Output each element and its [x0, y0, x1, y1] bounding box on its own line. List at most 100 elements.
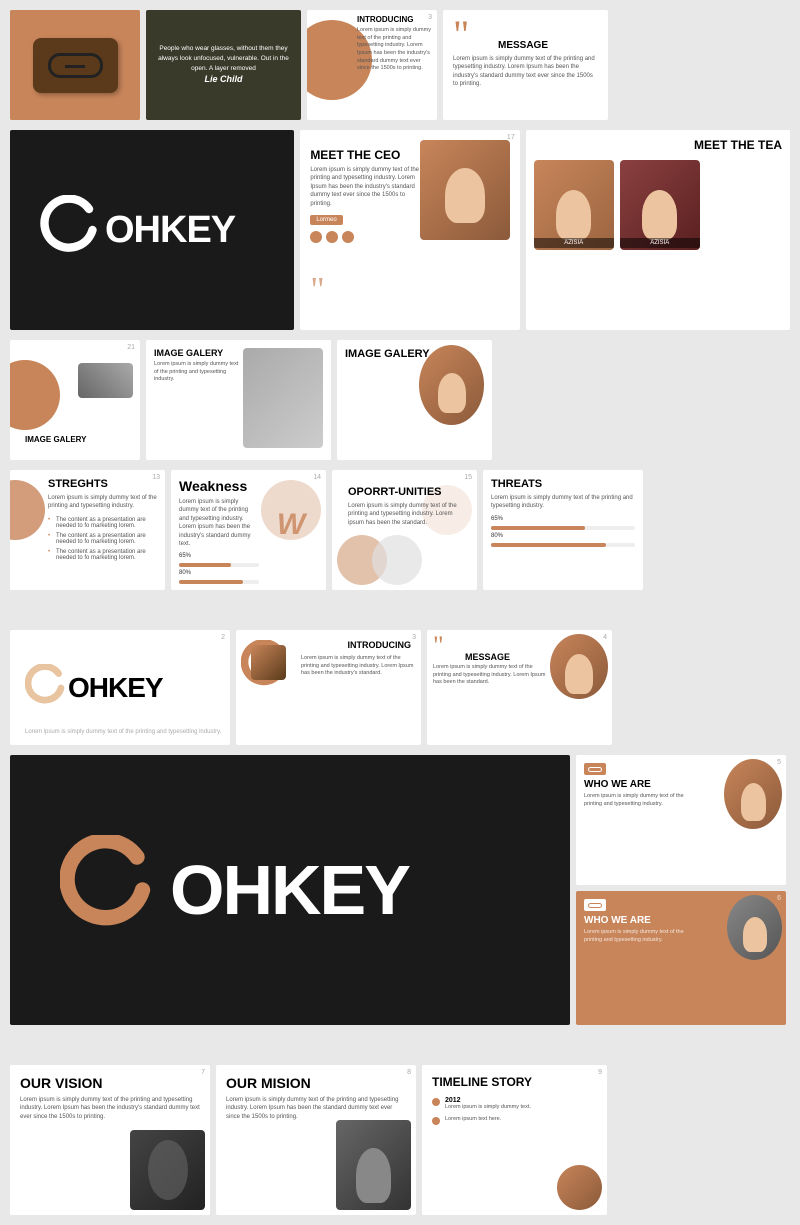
image-gallery-title: IMAGE GALERY	[25, 435, 86, 445]
who2-content: WHO WE ARE Lorem ipsum is simply dummy t…	[584, 899, 694, 944]
team-member-name-2: AZISIA	[620, 238, 700, 248]
ceo-photo-bg	[420, 140, 510, 240]
row-2: OHKEY 17 MEET THE CEO Lorem ipsum is sim…	[10, 130, 790, 330]
who2-portrait	[727, 895, 782, 960]
quote-mark-2: "	[433, 633, 444, 659]
ceo-silhouette	[445, 168, 485, 223]
ceo-description: Lorem ipsum is simply dummy text of the …	[310, 166, 420, 208]
progress-label-80: 80%	[179, 570, 259, 576]
page-wrapper: 24 People who wear glasses, without them…	[0, 0, 800, 1225]
msg2-portrait-bg	[550, 634, 608, 699]
who-we-are-column: 5 WHO WE ARE Lorem ipsum is simply dummy…	[576, 755, 786, 1025]
slide-number: 13	[152, 474, 160, 481]
progress-fill-65	[179, 563, 231, 567]
progress-fill-80	[179, 580, 243, 584]
slide-our-mission: 8 OUR MISION Lorem ipsum is simply dummy…	[216, 1065, 416, 1215]
team-photo-bg-2	[620, 160, 700, 250]
row3-spacer	[498, 340, 790, 460]
slide-meet-team: MEET THE TEA AZISIA AZISIA	[526, 130, 790, 330]
who2-portrait-bg	[727, 895, 782, 960]
w-big-letter: W	[277, 508, 305, 542]
opportunities-title: OPORRT-UNITIES	[348, 486, 461, 498]
slide-message: " MESSAGE Lorem ipsum is simply dummy te…	[443, 10, 608, 120]
who1-text: Lorem ipsum is simply dummy text of the …	[584, 793, 694, 808]
slide-3-introducing2: 3 INTRODUCING Lorem ipsum is simply dumm…	[236, 630, 421, 745]
timeline-item-1: 2012 Lorem ipsum is simply dummy text.	[432, 1097, 597, 1112]
glasses-icon-white	[584, 899, 606, 911]
row-6: OHKEY 5 WHO WE ARE Lorem ipsum is simply…	[10, 755, 790, 1025]
intro-title: INTRODUCING	[357, 15, 432, 24]
slide-image-gallery-2: IMAGE GALERY Lorem ipsum is simply dummy…	[146, 340, 331, 460]
strength-item-2: The content as a presentation are needed…	[48, 531, 157, 547]
timeline-text-2: Lorem ipsum text here.	[445, 1116, 501, 1124]
threats-label-80: 80%	[491, 533, 635, 539]
who1-title: WHO WE ARE	[584, 779, 694, 790]
intro-text: Lorem ipsum is simply dummy text of the …	[357, 27, 432, 73]
message-title: MESSAGE	[498, 40, 548, 51]
who2-title: WHO WE ARE	[584, 915, 694, 926]
weakness-title: Weakness	[179, 478, 259, 494]
strength-item-3: The content as a presentation are needed…	[48, 547, 157, 563]
row7-spacer	[613, 1065, 790, 1215]
mission-silhouette	[356, 1148, 391, 1203]
mission-text: Lorem ipsum is simply dummy text of the …	[226, 1096, 406, 1121]
opp-circle-2	[372, 535, 422, 585]
slide-who-we-are-2: 6 WHO WE ARE Lorem ipsum is simply dummy…	[576, 891, 786, 1025]
who2-silhouette	[743, 917, 767, 952]
timeline-title: TIMELINE STORY	[432, 1075, 597, 1089]
progress-bar-65	[179, 563, 259, 567]
slide-21-image-gallery: 21 IMAGE GALERY	[10, 340, 140, 460]
learn-button[interactable]: Lormeo	[310, 215, 342, 225]
glasses-icon-small	[584, 763, 606, 775]
gallery-glasses-img	[75, 350, 135, 410]
row-4-swot: 13 STREGHTS Lorem ipsum is simply dummy …	[10, 470, 790, 590]
row-3-gallery: 21 IMAGE GALERY IMAGE GALERY Lorem ipsum…	[10, 340, 790, 460]
strengths-intro: Lorem ipsum is simply dummy text of the …	[48, 494, 157, 511]
msg2-silhouette	[565, 654, 593, 694]
social-icon-2	[326, 231, 338, 243]
quote-content: People who wear glasses, without them th…	[146, 36, 301, 94]
vision-image-shape	[148, 1140, 188, 1200]
social-icon-3	[342, 231, 354, 243]
slide-number: 3	[412, 634, 416, 641]
glasses-thumbnail	[78, 363, 133, 398]
social-icon-1	[310, 231, 322, 243]
threats-text: Lorem ipsum is simply dummy text of the …	[491, 494, 635, 511]
progress-label-65: 65%	[179, 553, 259, 559]
w-letter-deco: W	[266, 485, 316, 565]
section-divider-2	[10, 1035, 790, 1055]
intro2-img-bg	[251, 645, 286, 680]
slide-3-introducing: 3 INTRODUCING Lorem ipsum is simply dumm…	[307, 10, 437, 120]
gallery2-text: Lorem ipsum is simply dummy text of the …	[154, 361, 244, 384]
strengths-title: STREGHTS	[48, 478, 157, 490]
slide-our-vision: 7 OUR VISION Lorem ipsum is simply dummy…	[10, 1065, 210, 1215]
slide-4-message2: 4 " MESSAGE Lorem ipsum is simply dummy …	[427, 630, 612, 745]
brand-name-2: OHKEY	[68, 672, 163, 704]
threats-fill-65	[491, 526, 585, 530]
vision-title: OUR VISION	[20, 1075, 200, 1091]
slide-24-phone-glasses: 24	[10, 10, 140, 120]
threats-title: THREATS	[491, 478, 635, 490]
threats-label-65: 65%	[491, 516, 635, 522]
brand-c-logo	[40, 195, 110, 265]
timeline-item-2: Lorem ipsum text here.	[432, 1116, 597, 1125]
meet-team-title: MEET THE TEA	[526, 130, 790, 156]
glasses-thumbnail-bg	[78, 363, 133, 398]
intro2-title: INTRODUCING	[348, 640, 412, 650]
gallery3-portrait-bg	[419, 345, 484, 425]
c-logo-svg	[40, 195, 110, 265]
vision-text: Lorem ipsum is simply dummy text of the …	[20, 1096, 200, 1121]
glasses-bridge	[65, 65, 85, 68]
threats-content: THREATS Lorem ipsum is simply dummy text…	[491, 478, 635, 547]
timeline-dot-2	[432, 1117, 440, 1125]
progress-bar-80	[179, 580, 259, 584]
mission-image	[336, 1120, 411, 1210]
who1-portrait-bg	[724, 759, 782, 829]
opp-title-text: OPORRT-UNITIES	[348, 486, 442, 498]
mission-image-bg	[336, 1120, 411, 1210]
quote-body: People who wear glasses, without them th…	[158, 45, 289, 72]
team-photo-1: AZISIA	[534, 160, 614, 250]
big-c-logo	[60, 835, 170, 945]
row-7: 7 OUR VISION Lorem ipsum is simply dummy…	[10, 1065, 790, 1215]
quote-decoration: "	[310, 270, 324, 310]
